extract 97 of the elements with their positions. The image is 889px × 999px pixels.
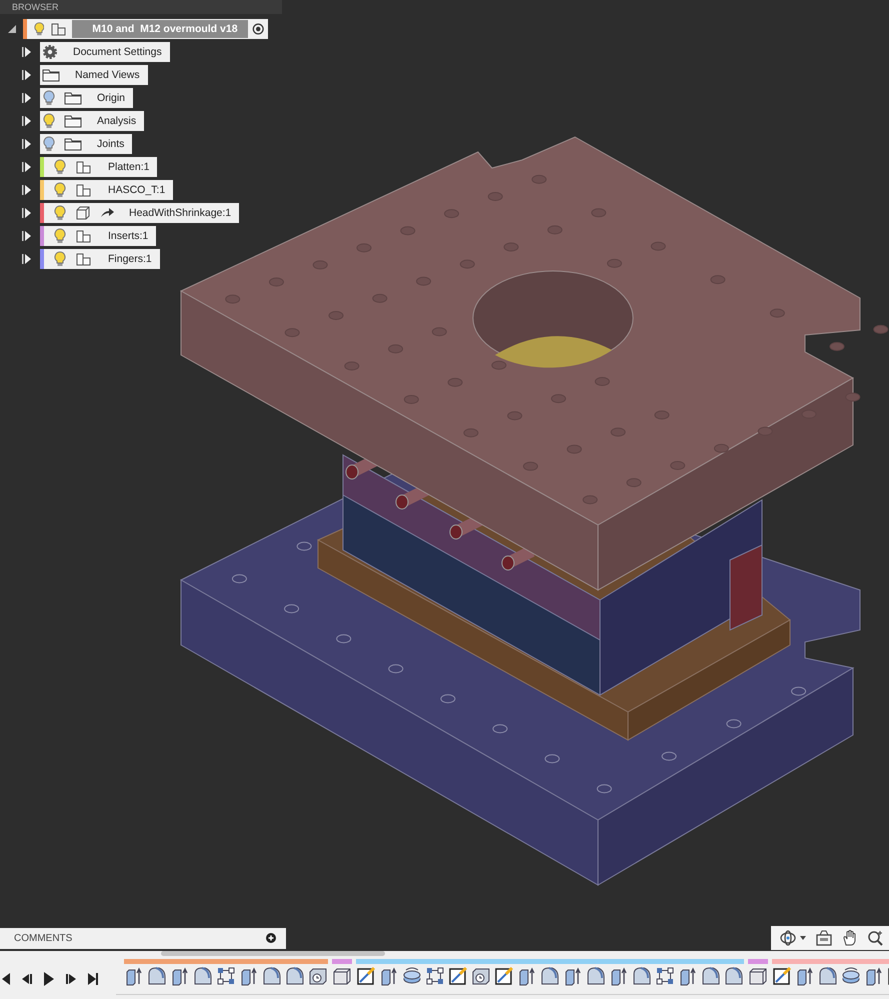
- fillet-icon[interactable]: [724, 966, 744, 986]
- extrude-icon[interactable]: [563, 966, 583, 986]
- tree-item[interactable]: Joints: [40, 134, 132, 154]
- tree-item-label: Fingers:1: [107, 253, 152, 265]
- folder-icon: [64, 114, 82, 128]
- expand-caret-icon[interactable]: [22, 207, 32, 219]
- tree-item[interactable]: HASCO_T:1: [40, 180, 174, 200]
- visibility-bulb-icon[interactable]: [54, 228, 66, 244]
- expand-caret-icon[interactable]: [22, 115, 32, 127]
- fillet-icon[interactable]: [147, 966, 167, 986]
- body-clock-icon[interactable]: [471, 966, 491, 986]
- visibility-bulb-icon[interactable]: [43, 136, 55, 152]
- body-clock-icon[interactable]: [308, 966, 328, 986]
- tree-item[interactable]: Analysis: [40, 111, 144, 131]
- extrude-icon[interactable]: [864, 966, 884, 986]
- extrude-icon[interactable]: [379, 966, 399, 986]
- extrude-icon[interactable]: [239, 966, 259, 986]
- extrude-icon[interactable]: [170, 966, 190, 986]
- tree-item-label: Inserts:1: [107, 230, 148, 242]
- extrude-icon[interactable]: [124, 966, 144, 986]
- tree-item[interactable]: Origin: [40, 88, 134, 108]
- look-at-icon[interactable]: [815, 929, 833, 947]
- component-icon: [50, 21, 68, 37]
- pattern-icon[interactable]: [425, 966, 445, 986]
- fillet-icon[interactable]: [285, 966, 305, 986]
- tree-item-label: HASCO_T:1: [107, 184, 166, 196]
- scrollbar-thumb[interactable]: [161, 951, 385, 956]
- visibility-bulb-icon[interactable]: [54, 159, 66, 175]
- tree-item-label: HeadWithShrinkage:1: [128, 207, 232, 219]
- visibility-bulb-icon[interactable]: [43, 90, 55, 106]
- extrude-icon[interactable]: [609, 966, 629, 986]
- component-icon: [75, 228, 93, 244]
- fillet-icon[interactable]: [632, 966, 652, 986]
- expand-caret-icon[interactable]: [22, 184, 32, 196]
- body-icon[interactable]: [748, 966, 768, 986]
- expand-caret-icon[interactable]: [22, 46, 32, 58]
- tree-item-label: Analysis: [96, 115, 136, 127]
- play-icon[interactable]: [43, 971, 55, 987]
- sketch-icon[interactable]: [772, 966, 792, 986]
- fillet-icon[interactable]: [262, 966, 282, 986]
- sketch-icon[interactable]: [494, 966, 514, 986]
- active-radio-icon[interactable]: [252, 22, 264, 36]
- expand-caret-icon[interactable]: [22, 92, 32, 104]
- tree-item[interactable]: Platten:1: [40, 157, 158, 177]
- tree-item[interactable]: HeadWithShrinkage:1: [40, 203, 240, 223]
- body-icon[interactable]: [332, 966, 352, 986]
- next-step-icon[interactable]: [65, 972, 77, 986]
- sketch-icon[interactable]: [448, 966, 468, 986]
- expand-caret-icon[interactable]: [22, 230, 32, 242]
- visibility-bulb-icon[interactable]: [43, 113, 55, 129]
- sketch-icon[interactable]: [356, 966, 376, 986]
- first-step-icon[interactable]: [1, 972, 11, 986]
- settings-icon: [42, 44, 58, 60]
- visibility-bulb-icon[interactable]: [34, 21, 44, 37]
- component-icon: [75, 251, 93, 267]
- tree-item-label: Named Views: [74, 69, 140, 81]
- expand-caret-icon[interactable]: [22, 161, 32, 173]
- component-icon: [75, 182, 93, 198]
- pattern-icon[interactable]: [655, 966, 675, 986]
- expand-caret-icon[interactable]: [22, 253, 32, 265]
- last-step-icon[interactable]: [87, 972, 99, 986]
- tree-item[interactable]: Named Views: [40, 65, 148, 85]
- panel-title: BROWSER: [12, 2, 59, 12]
- folder-icon: [64, 91, 82, 105]
- visibility-bulb-icon[interactable]: [54, 182, 66, 198]
- add-icon[interactable]: [266, 933, 276, 943]
- folder-icon: [64, 137, 82, 151]
- panel-title: COMMENTS: [14, 932, 72, 944]
- fillet-icon[interactable]: [193, 966, 213, 986]
- tree-item[interactable]: Fingers:1: [40, 249, 160, 269]
- component-icon: [75, 159, 93, 175]
- pattern-icon[interactable]: [216, 966, 236, 986]
- revolve-icon[interactable]: [841, 966, 861, 986]
- expand-caret-icon[interactable]: [22, 69, 32, 81]
- tree-item-label: Document Settings: [72, 46, 162, 58]
- visibility-bulb-icon[interactable]: [54, 205, 66, 221]
- fillet-icon[interactable]: [818, 966, 838, 986]
- collapse-caret-icon[interactable]: [7, 24, 17, 34]
- extrude-icon[interactable]: [678, 966, 698, 986]
- tree-item-label: Origin: [96, 92, 126, 104]
- previous-step-icon[interactable]: [21, 972, 33, 986]
- tree-item-label: Joints: [96, 138, 124, 150]
- revolve-icon[interactable]: [402, 966, 422, 986]
- fillet-icon[interactable]: [701, 966, 721, 986]
- tree-item[interactable]: Inserts:1: [40, 226, 156, 246]
- expand-caret-icon[interactable]: [22, 138, 32, 150]
- zoom-icon[interactable]: [867, 929, 885, 947]
- folder-icon: [42, 68, 60, 82]
- fillet-icon[interactable]: [586, 966, 606, 986]
- extrude-icon[interactable]: [795, 966, 815, 986]
- body-icon: [75, 205, 91, 221]
- orbit-icon[interactable]: [779, 929, 807, 947]
- extrude-icon[interactable]: [517, 966, 537, 986]
- visibility-bulb-icon[interactable]: [54, 251, 66, 267]
- tree-item[interactable]: Document Settings: [40, 42, 170, 62]
- tree-item-label: Platten:1: [107, 161, 150, 173]
- fillet-icon[interactable]: [540, 966, 560, 986]
